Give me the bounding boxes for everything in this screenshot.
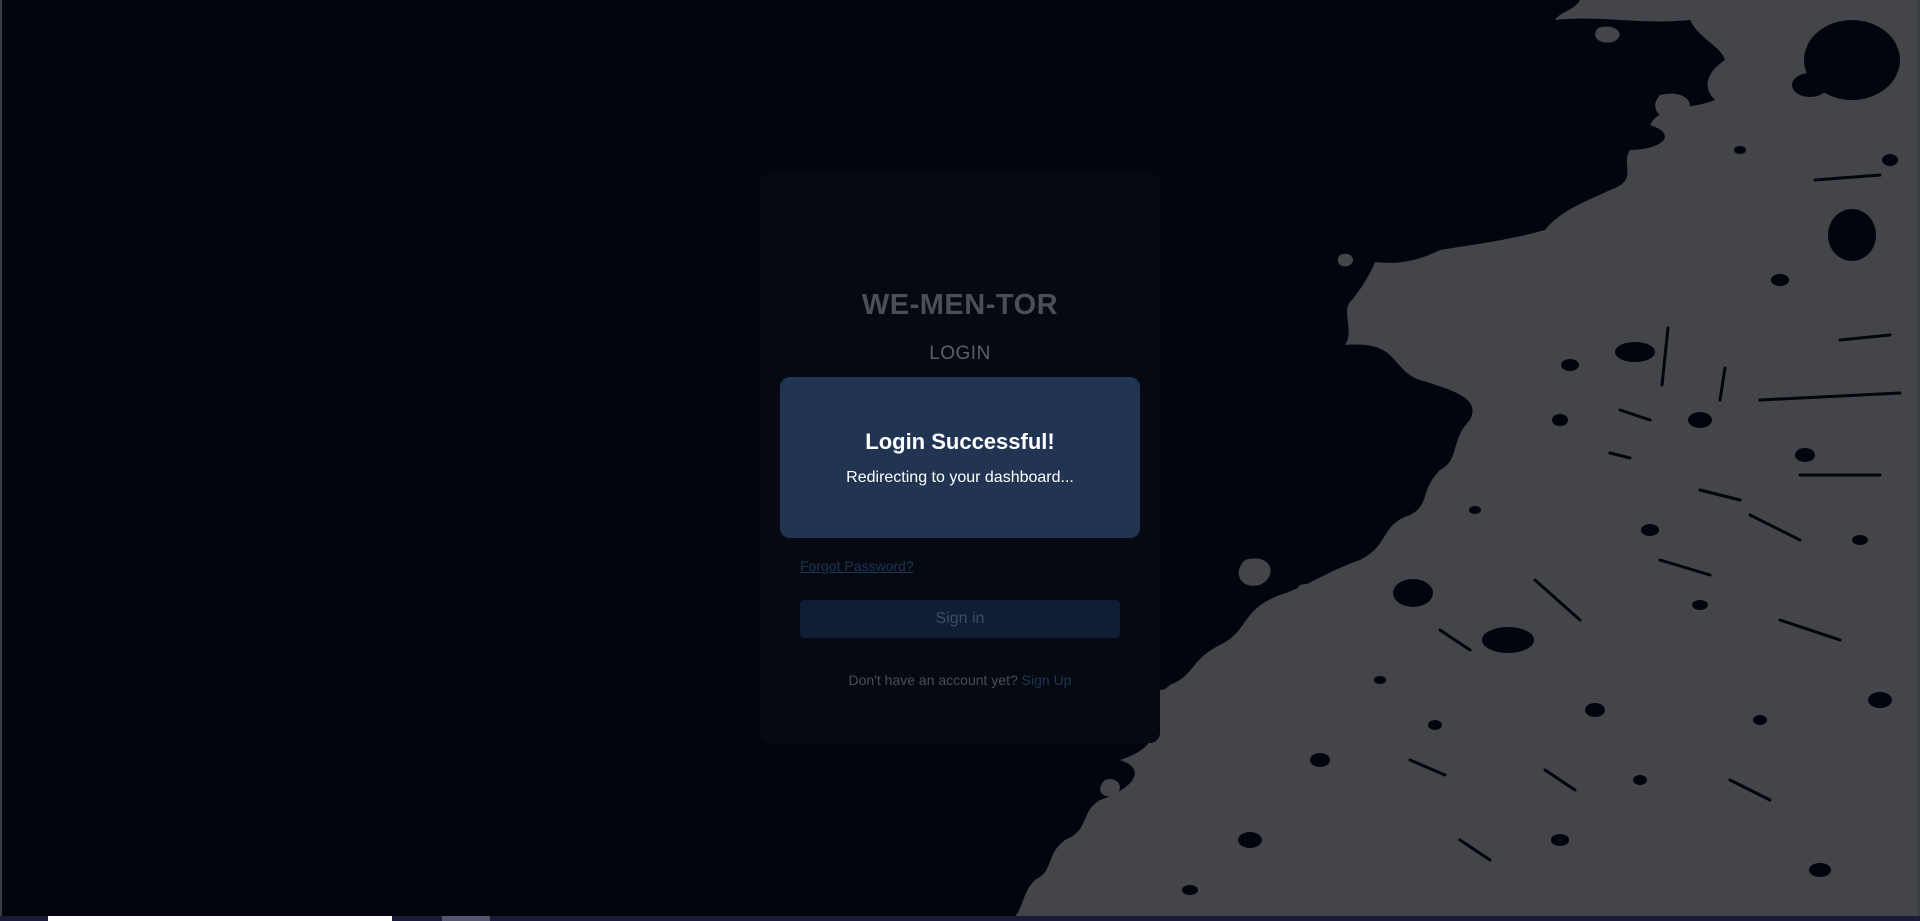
login-heading: LOGIN xyxy=(929,343,991,364)
brand-title: WE-MEN-TOR xyxy=(861,289,1059,321)
taskbar-search-box[interactable] xyxy=(48,916,392,921)
sign-in-button[interactable]: Sign in xyxy=(800,600,1120,638)
modal-message: Redirecting to your dashboard... xyxy=(846,469,1074,486)
forgot-password-link[interactable]: Forgot Password? xyxy=(800,558,914,574)
modal-title: Login Successful! xyxy=(865,429,1055,454)
no-account-text: Don't have an account yet? xyxy=(848,672,1018,688)
login-success-modal: Login Successful! Redirecting to your da… xyxy=(780,377,1140,538)
taskbar-app-icon[interactable] xyxy=(442,916,490,921)
taskbar xyxy=(0,916,1920,921)
signup-prompt: Don't have an account yet? Sign Up xyxy=(760,672,1160,688)
login-page: WE-MEN-TOR LOGIN Forgot Password? Sign i… xyxy=(0,0,1920,921)
window-left-edge xyxy=(0,0,2,921)
sign-up-link[interactable]: Sign Up xyxy=(1022,672,1072,688)
